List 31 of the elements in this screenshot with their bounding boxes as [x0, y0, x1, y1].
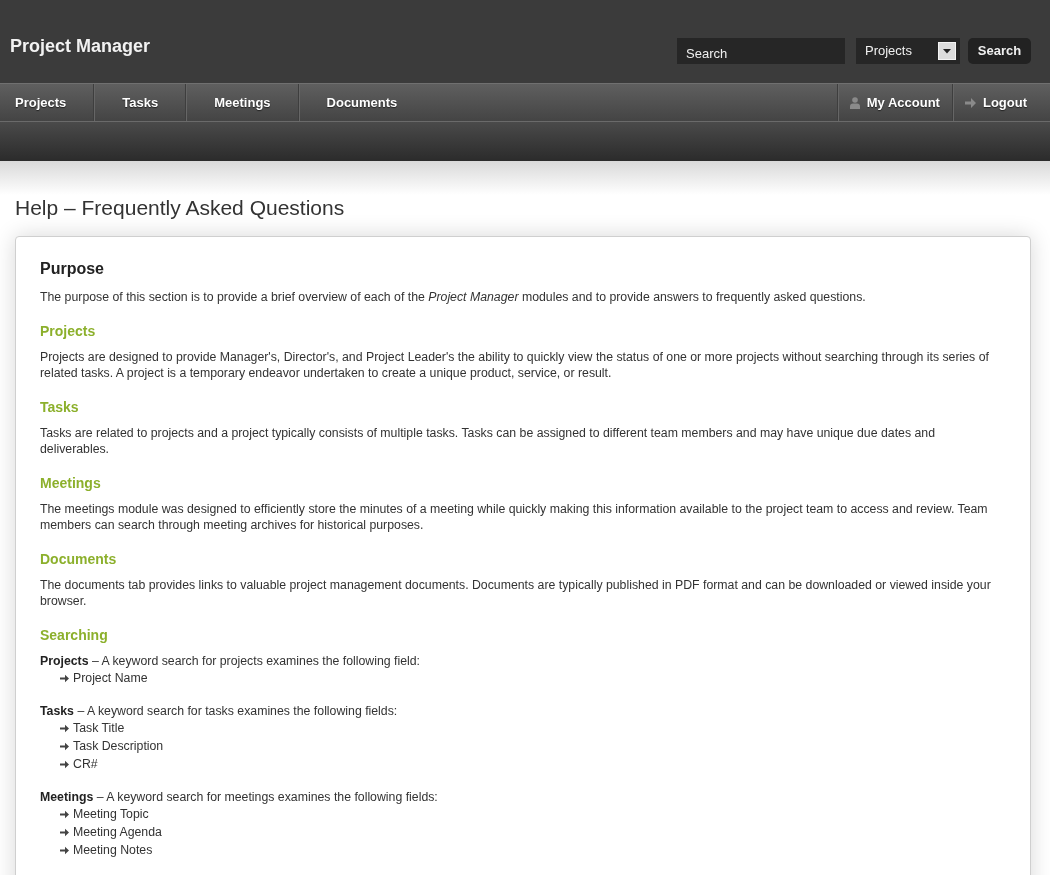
section-paragraph: The meetings module was designed to efficiently store the minutes of a meeting while quickly making this information available to the project team to access and review. Team members can search through meeting archives for historical purposes.: [40, 501, 989, 533]
section-heading: Meetings: [40, 474, 102, 492]
search-rule-text: Meetings – A keyword search for meetings examines the following fields:: [40, 789, 439, 805]
section-heading: Tasks: [40, 398, 80, 416]
app-title: Project Manager: [10, 35, 151, 57]
field-name: CR#: [73, 756, 98, 773]
field-name: Meeting Agenda: [73, 824, 162, 841]
arrow-right-icon: [964, 97, 976, 108]
section-heading: Purpose: [40, 259, 105, 279]
section-heading: Searching: [40, 626, 109, 644]
section-paragraph: Tasks are related to projects and a project typically consists of multiple tasks. Tasks can be assigned to different team members and may have unique due dates and deliverables.: [40, 425, 936, 457]
field-name: Project Name: [73, 670, 148, 687]
search-field[interactable]: Search: [677, 38, 845, 64]
section-heading: Projects: [40, 322, 97, 340]
search-rule-text: Tasks – A keyword search for tasks examines the following fields:: [40, 703, 399, 719]
field-name: Task Description: [73, 738, 164, 755]
search-rule-text: Projects – A keyword search for projects examines the following field:: [40, 653, 422, 669]
arrow-right-icon: [60, 673, 69, 683]
user-icon: [849, 96, 860, 109]
field-name: Meeting Topic: [73, 806, 149, 823]
field-name: Meeting Notes: [73, 842, 153, 859]
intro-paragraph: The purpose of this section is to provide a brief overview of each of the Project Manager modules and to provide answers to frequently asked questions.: [40, 289, 867, 305]
caret-icon: [938, 42, 956, 60]
field-name: Task Title: [73, 720, 125, 737]
section-paragraph: Projects are designed to provide Manager's, Director's, and Project Leader's the ability to quickly view the status of one or more projects without searching through its series of related tasks. A project is a temporary endeavor undertaken to create a unique product, service, or result.: [40, 349, 990, 381]
scope-select[interactable]: Projects: [856, 38, 960, 64]
search-button[interactable]: Search: [968, 38, 1031, 64]
section-heading: Documents: [40, 550, 118, 568]
page-title: Help – Frequently Asked Questions: [15, 195, 346, 221]
nav-link[interactable]: Documents: [298, 84, 425, 121]
section-paragraph: The documents tab provides links to valuable project management documents. Documents are typically published in PDF format and can be downloaded or viewed inside your browser.: [40, 577, 992, 609]
